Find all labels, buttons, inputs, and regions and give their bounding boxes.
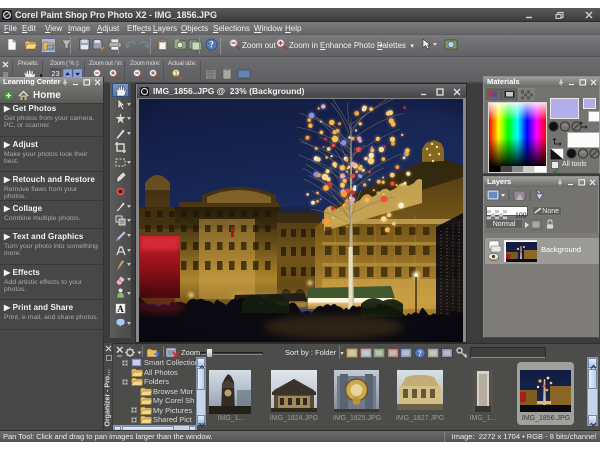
svg-text:?: ? xyxy=(418,349,422,358)
svg-text:?: ? xyxy=(209,40,214,50)
svg-text:A: A xyxy=(117,304,124,314)
